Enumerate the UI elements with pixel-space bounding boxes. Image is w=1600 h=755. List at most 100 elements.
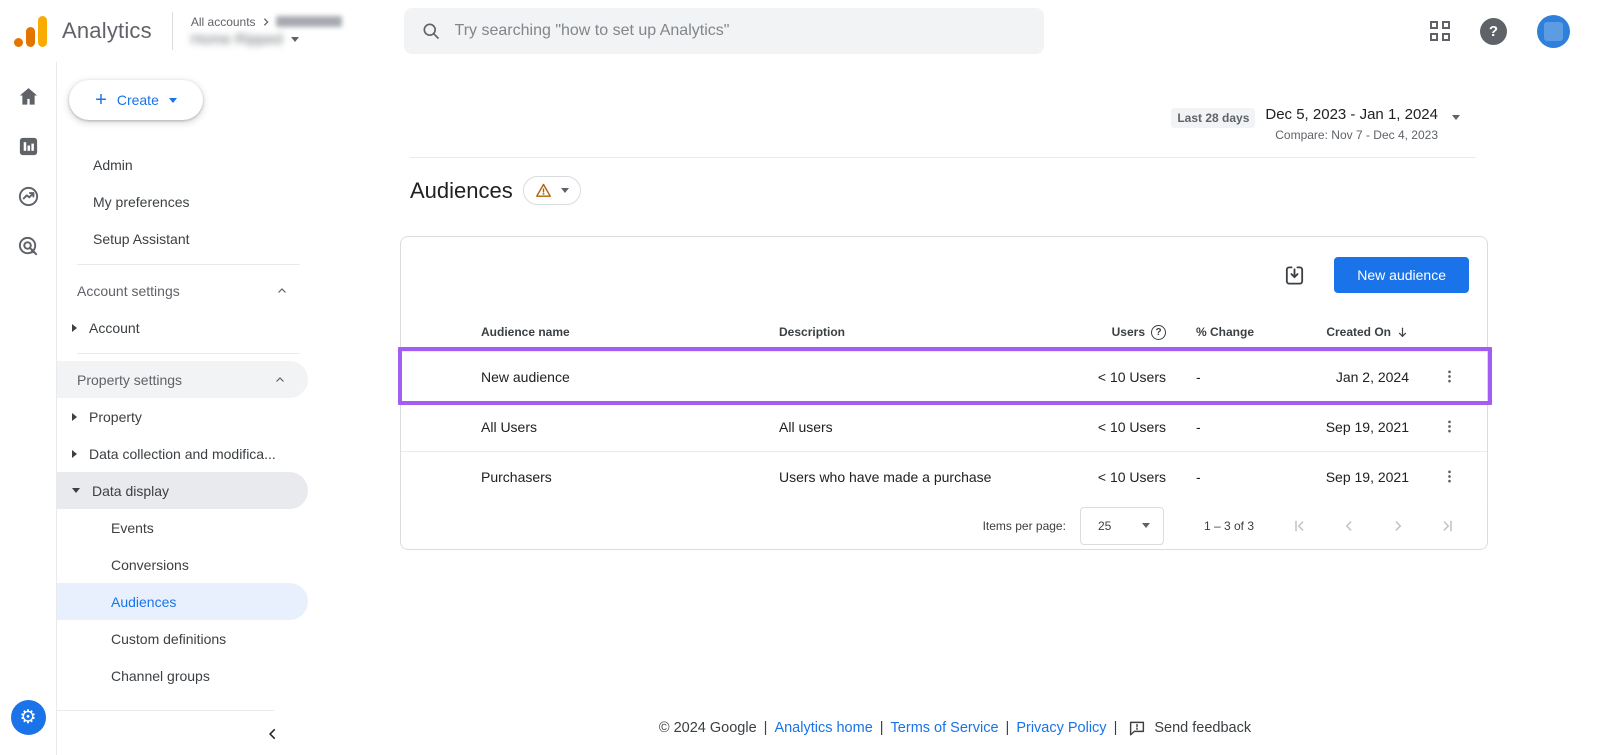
items-per-page-label: Items per page: [983,519,1066,533]
privacy-policy-link[interactable]: Privacy Policy [1016,720,1106,736]
section-account-settings[interactable]: Account settings [57,272,310,309]
help-icon[interactable]: ? [1480,18,1507,45]
row-menu-button[interactable] [1409,418,1489,435]
chevron-down-icon [1142,523,1150,528]
table-row[interactable]: All Users All users < 10 Users - Sep 19,… [401,401,1487,451]
analytics-logo[interactable]: Analytics [10,16,152,47]
search-icon [421,21,441,41]
cell-audience-name[interactable]: All Users [481,419,779,435]
audiences-card: New audience Audience name Description U… [400,236,1488,550]
analytics-home-link[interactable]: Analytics home [774,720,872,736]
sidebar-item-events[interactable]: Events [57,509,310,546]
search-input[interactable] [455,22,1027,40]
reports-icon[interactable] [16,134,40,158]
sidebar-item-property[interactable]: Property [57,398,310,435]
advertising-icon[interactable] [16,234,40,258]
account-switcher[interactable]: All accounts Home Ripped [191,15,342,48]
chevron-right-icon [261,17,271,27]
sidebar-item-audiences[interactable]: Audiences [57,583,308,620]
cell-users: < 10 Users [1079,469,1166,485]
expand-arrow-icon[interactable] [72,450,77,458]
search-bar[interactable] [404,8,1044,54]
chevron-down-icon [1452,115,1460,120]
divider [172,12,173,50]
cell-audience-name[interactable]: Purchasers [481,469,779,485]
collapse-sidebar-button[interactable] [57,727,302,741]
create-button[interactable]: + Create [69,80,203,120]
header-audience-name[interactable]: Audience name [481,325,779,339]
header-users[interactable]: Users [1112,325,1145,339]
date-range-picker[interactable]: Last 28 days Dec 5, 2023 - Jan 1, 2024 C… [310,106,1460,142]
expand-arrow-icon[interactable] [72,413,77,421]
row-menu-button[interactable] [1409,368,1489,385]
prev-page-button[interactable] [1341,518,1357,534]
home-icon[interactable] [16,84,40,108]
cell-audience-name[interactable]: New audience [481,369,779,385]
breadcrumb[interactable]: All accounts [191,15,256,29]
cell-users: < 10 Users [1079,369,1166,385]
chevron-down-icon [291,37,299,42]
header-percent-change[interactable]: % Change [1166,325,1261,339]
explore-icon[interactable] [16,184,40,208]
main-content: Last 28 days Dec 5, 2023 - Jan 1, 2024 C… [310,62,1600,755]
divider [77,264,300,265]
redacted-account-name [276,16,342,27]
chevron-up-icon [274,374,286,386]
cell-change: - [1166,469,1261,485]
cell-created: Sep 19, 2021 [1261,469,1409,485]
header-description[interactable]: Description [779,325,1079,339]
download-button[interactable] [1279,260,1310,291]
section-property-settings[interactable]: Property settings [57,361,308,398]
date-preset-chip: Last 28 days [1171,108,1255,128]
cell-description: Users who have made a purchase [779,469,1079,485]
sidebar-item-setup-assistant[interactable]: Setup Assistant [57,220,310,257]
top-bar: Analytics All accounts Home Ripped ? [0,0,1600,62]
date-compare-text: Compare: Nov 7 - Dec 4, 2023 [1265,128,1438,142]
sidebar-item-channel-groups[interactable]: Channel groups [57,657,310,694]
warning-icon [535,182,552,199]
analytics-logo-icon [14,16,50,47]
new-audience-button[interactable]: New audience [1334,257,1469,293]
download-icon [1283,264,1306,287]
sidebar-item-data-display[interactable]: Data display [57,472,308,509]
header-created-on[interactable]: Created On [1326,325,1391,339]
help-tooltip-icon[interactable]: ? [1151,325,1166,340]
divider [410,157,1476,158]
kebab-menu-icon [1441,368,1458,385]
property-name[interactable]: Home Ripped [191,31,283,48]
sidebar-item-account[interactable]: Account [57,309,310,346]
terms-of-service-link[interactable]: Terms of Service [891,720,999,736]
warning-dropdown[interactable] [523,176,581,205]
collapse-arrow-icon[interactable] [72,488,80,493]
cell-change: - [1166,369,1261,385]
avatar[interactable] [1537,15,1570,48]
table-row[interactable]: Purchasers Users who have made a purchas… [401,451,1487,501]
page-title: Audiences [410,178,513,204]
expand-arrow-icon[interactable] [72,324,77,332]
chevron-down-icon [561,188,569,193]
cell-description: All users [779,419,1079,435]
sidebar-item-conversions[interactable]: Conversions [57,546,310,583]
sidebar-item-my-preferences[interactable]: My preferences [57,183,310,220]
pagination-range: 1 – 3 of 3 [1204,519,1254,533]
send-feedback-button[interactable]: Send feedback [1128,719,1251,737]
cell-created: Jan 2, 2024 [1261,369,1409,385]
last-page-button[interactable] [1439,518,1455,534]
next-page-button[interactable] [1390,518,1406,534]
feedback-icon [1128,719,1146,737]
row-menu-button[interactable] [1409,468,1489,485]
sidebar-item-admin[interactable]: Admin [57,146,310,183]
admin-sidebar: + Create Admin My preferences Setup Assi… [57,62,310,755]
admin-gear-icon[interactable]: ⚙ [11,700,46,735]
chevron-down-icon [169,98,177,103]
table-row[interactable]: New audience < 10 Users - Jan 2, 2024 [401,351,1487,401]
nav-rail: ⚙ [0,62,57,755]
sort-descending-icon[interactable] [1396,326,1409,339]
org-switcher-icon[interactable] [1430,21,1450,41]
first-page-button[interactable] [1292,518,1308,534]
sidebar-item-data-collection[interactable]: Data collection and modifica... [57,435,310,472]
sidebar-item-custom-definitions[interactable]: Custom definitions [57,620,310,657]
items-per-page-select[interactable]: 25 [1080,507,1164,545]
table-header-row: Audience name Description Users ? % Chan… [401,313,1487,351]
divider [57,710,274,711]
